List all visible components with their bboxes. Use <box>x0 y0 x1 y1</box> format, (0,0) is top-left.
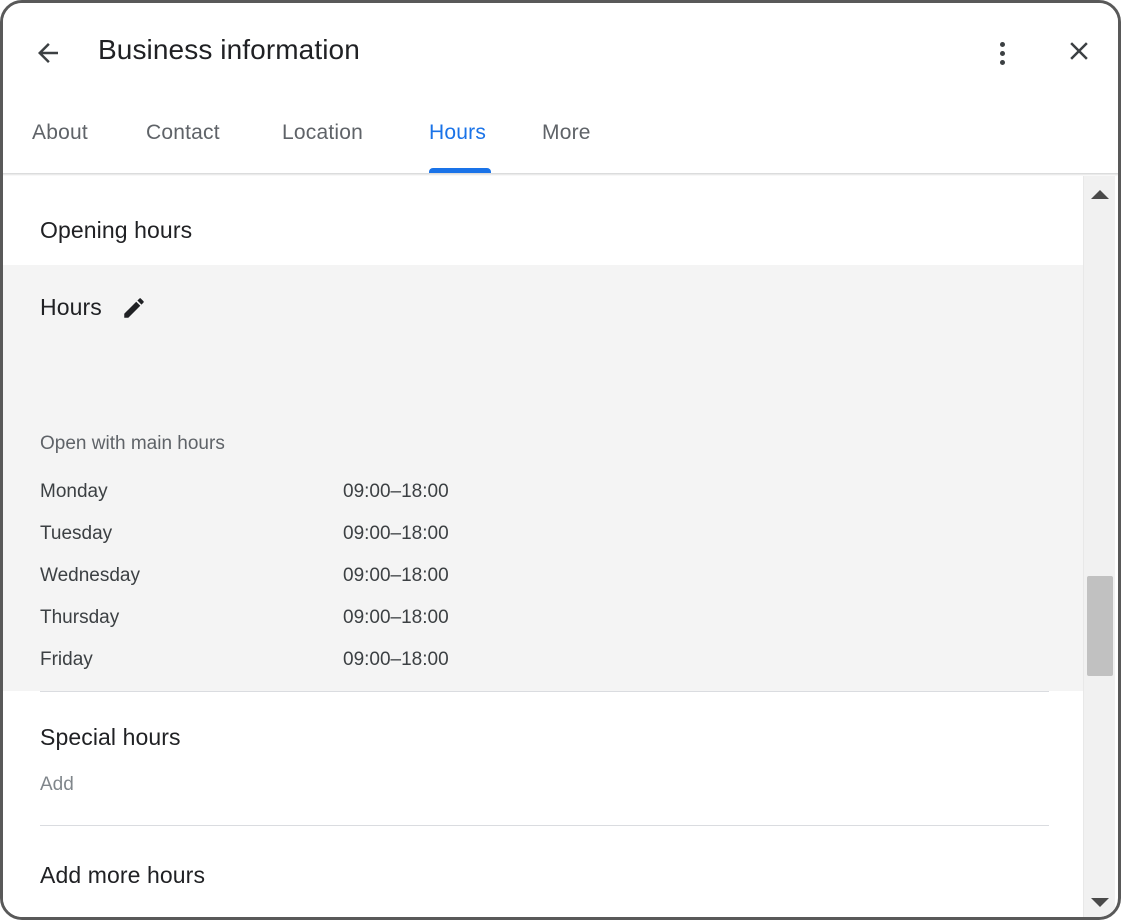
hours-section-header: Hours <box>40 294 147 321</box>
close-icon <box>1070 42 1088 60</box>
tab-contact[interactable]: Contact <box>146 100 235 173</box>
hours-value: 09:00–18:00 <box>343 523 449 544</box>
hours-value: 09:00–18:00 <box>343 565 449 586</box>
close-button[interactable] <box>1059 31 1099 71</box>
hours-section: Hours Open with main hours Monday 09:00–… <box>3 265 1086 754</box>
hours-label: Hours <box>40 294 102 320</box>
day-label: Tuesday <box>40 523 113 544</box>
scroll-up-triangle <box>1091 189 1109 199</box>
opening-hours-section: Opening hours <box>3 176 1086 265</box>
business-information-dialog: Business information About Contact Locat… <box>0 0 1121 920</box>
scroll-up-arrow-icon[interactable] <box>1084 179 1116 209</box>
tab-hours[interactable]: Hours <box>429 100 491 173</box>
dialog-content: Opening hours Hours Open with main hours… <box>3 176 1086 917</box>
kebab-dot <box>999 41 1005 47</box>
pencil-icon <box>124 297 144 318</box>
scroll-down-arrow-icon[interactable] <box>1084 887 1116 917</box>
day-label: Monday <box>40 481 108 502</box>
hours-value: 09:00–18:00 <box>343 481 449 502</box>
tab-contact-label: Contact <box>146 121 220 144</box>
more-vert-icon[interactable] <box>988 33 1016 73</box>
add-more-hours-heading[interactable]: Add more hours <box>40 862 205 889</box>
table-row: Friday 09:00–18:00 <box>40 639 640 681</box>
section-divider <box>40 691 1049 692</box>
table-row: Monday 09:00–18:00 <box>40 471 640 513</box>
add-more-hours-section: Add more hours <box>3 826 1086 917</box>
back-button[interactable] <box>27 32 69 74</box>
tab-hours-label: Hours <box>429 121 487 144</box>
header-divider <box>3 173 1118 176</box>
day-label: Thursday <box>40 607 120 628</box>
tab-about-label: About <box>32 121 88 144</box>
opening-hours-heading: Opening hours <box>40 217 193 243</box>
hours-value: 09:00–18:00 <box>343 607 449 628</box>
table-row: Tuesday 09:00–18:00 <box>40 513 640 555</box>
tab-more-label: More <box>542 121 591 144</box>
hours-status-text: Open with main hours <box>40 433 225 454</box>
page-title: Business information <box>98 34 360 65</box>
special-hours-section: Special hours Add <box>3 691 1086 825</box>
scrollbar-thumb[interactable] <box>1087 576 1113 676</box>
table-row: Wednesday 09:00–18:00 <box>40 555 640 597</box>
tab-about[interactable]: About <box>32 100 93 173</box>
special-hours-heading: Special hours <box>40 724 181 750</box>
tab-bar: About Contact Location Hours More <box>3 100 1118 173</box>
arrow-left-icon <box>38 43 58 63</box>
day-label: Friday <box>40 649 93 670</box>
scroll-down-triangle <box>1091 897 1109 907</box>
hours-value: 09:00–18:00 <box>343 649 449 670</box>
kebab-dot <box>999 50 1005 56</box>
tab-more[interactable]: More <box>542 100 600 173</box>
table-row: Thursday 09:00–18:00 <box>40 597 640 639</box>
tab-location-label: Location <box>282 121 363 144</box>
vertical-scrollbar[interactable] <box>1083 176 1116 917</box>
edit-hours-button[interactable] <box>121 295 147 321</box>
day-label: Wednesday <box>40 565 140 586</box>
kebab-dot <box>999 59 1005 65</box>
tab-location[interactable]: Location <box>282 100 379 173</box>
dialog-titlebar: Business information <box>3 3 1118 100</box>
add-special-hours-link[interactable]: Add <box>40 774 74 796</box>
